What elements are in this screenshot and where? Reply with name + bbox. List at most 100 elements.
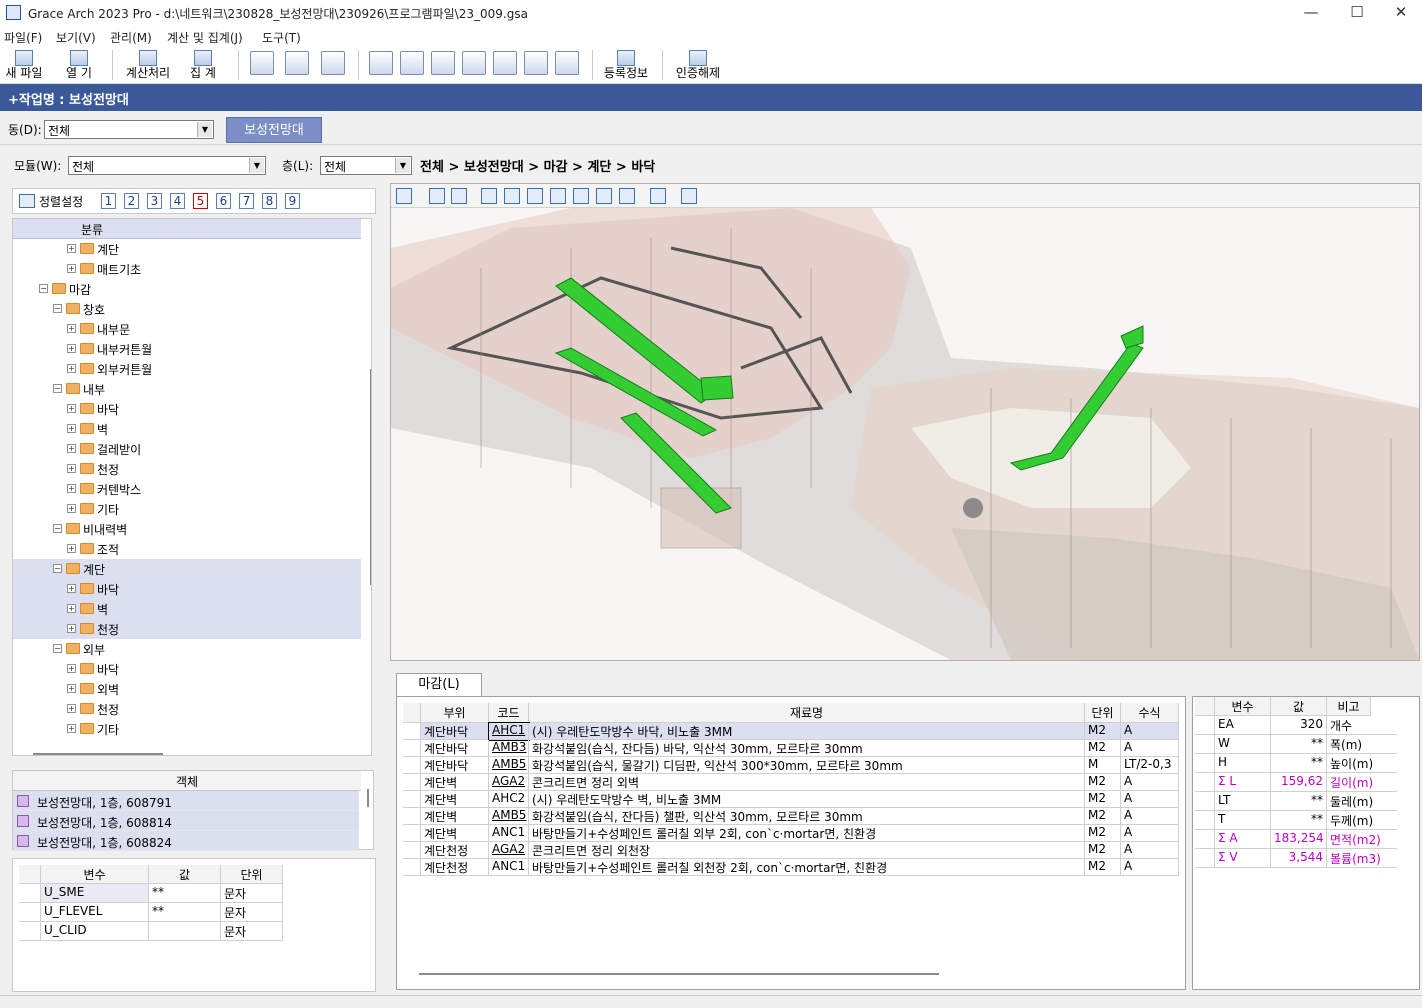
expand-icon[interactable]: + — [67, 324, 76, 333]
material-cell[interactable]: 바탕만들기+수성페인트 롤러칠 외부 2회, con`c·mortar면, 친환… — [529, 825, 1085, 842]
expand-icon[interactable]: + — [67, 684, 76, 693]
material-cell[interactable]: 계단천정 — [421, 842, 489, 859]
tree-node[interactable]: + 천정 — [13, 699, 361, 719]
var-cell[interactable]: U_FLEVEL — [41, 903, 149, 922]
var-cell[interactable]: ** — [149, 903, 221, 922]
dong-select[interactable]: 전체 ▼ — [44, 120, 214, 139]
tree-hscrollbar[interactable] — [33, 753, 163, 755]
row-selector[interactable] — [403, 791, 421, 808]
eval-value[interactable]: ** — [1271, 792, 1327, 811]
menu-view[interactable]: 보기(V) — [56, 29, 96, 46]
tree-node[interactable]: − 비내력벽 — [13, 519, 361, 539]
expand-icon[interactable]: + — [67, 444, 76, 453]
material-cell[interactable]: AMB3 — [489, 740, 529, 757]
tree-node[interactable]: + 벽 — [13, 419, 361, 439]
material-cell[interactable]: A — [1121, 774, 1179, 791]
material-cell[interactable]: 계단벽 — [421, 825, 489, 842]
view-iso-icon[interactable] — [619, 188, 635, 204]
calc-button[interactable]: 계산처리 — [122, 48, 174, 82]
eval-var[interactable]: Σ A — [1215, 830, 1271, 849]
material-cell[interactable]: M2 — [1085, 825, 1121, 842]
material-cell[interactable]: A — [1121, 808, 1179, 825]
eval-value[interactable]: 3,544 — [1271, 849, 1327, 868]
eval-note[interactable]: 높이(m) — [1327, 754, 1397, 773]
find-icon[interactable] — [250, 51, 274, 75]
view-back-icon[interactable] — [504, 188, 520, 204]
tree-node[interactable]: + 걸레받이 — [13, 439, 361, 459]
expand-icon[interactable]: + — [67, 604, 76, 613]
collapse-icon[interactable]: − — [53, 564, 62, 573]
material-cell[interactable]: M — [1085, 757, 1121, 774]
sort-tab-4[interactable]: 4 — [170, 193, 185, 209]
expand-icon[interactable]: + — [67, 364, 76, 373]
var-cell[interactable]: U_SME — [41, 884, 149, 903]
eval-var[interactable]: Σ L — [1215, 773, 1271, 792]
tree-node[interactable]: − 계단 — [13, 559, 361, 579]
orbit-icon[interactable] — [429, 188, 445, 204]
row-selector[interactable] — [403, 842, 421, 859]
var-cell[interactable]: 문자 — [221, 922, 283, 941]
tree-node[interactable]: + 벽 — [13, 599, 361, 619]
sort-tab-1[interactable]: 1 — [101, 193, 116, 209]
material-cell[interactable]: A — [1121, 859, 1179, 876]
module-select[interactable]: 전체 ▼ — [68, 156, 266, 175]
row-selector[interactable] — [403, 723, 421, 740]
expand-icon[interactable]: + — [67, 344, 76, 353]
row-selector[interactable] — [1195, 792, 1215, 811]
object-scrollbar[interactable] — [367, 789, 369, 807]
tab-bosung[interactable]: 보성전망대 — [226, 117, 322, 143]
material-cell[interactable]: 화강석붙임(습식, 물갈기) 디딤판, 익산석 300*30mm, 모르타르 3… — [529, 757, 1085, 774]
find-element-icon[interactable] — [451, 188, 467, 204]
eval-var[interactable]: Σ V — [1215, 849, 1271, 868]
tree-scrollbar[interactable] — [370, 369, 371, 585]
material-cell[interactable]: A — [1121, 791, 1179, 808]
row-selector[interactable] — [1195, 735, 1215, 754]
tool-icon-4[interactable] — [462, 51, 486, 75]
sum-button[interactable]: 집 계 — [182, 48, 224, 82]
object-row[interactable]: 보성전망대, 1층, 608824 — [13, 831, 359, 851]
expand-icon[interactable]: + — [67, 584, 76, 593]
zoom-icon[interactable] — [285, 51, 309, 75]
tree-node[interactable]: + 외부커튼월 — [13, 359, 361, 379]
row-selector[interactable] — [403, 774, 421, 791]
material-cell[interactable]: 화강석붙임(습식, 잔다듬) 바닥, 익산석 30mm, 모르타르 30mm — [529, 740, 1085, 757]
material-cell[interactable]: 콘크리트면 정리 외벽 — [529, 774, 1085, 791]
material-cell[interactable]: (시) 우레탄도막방수 바닥, 비노출 3MM — [529, 723, 1085, 740]
row-selector[interactable] — [1195, 754, 1215, 773]
tree-node[interactable]: + 바닥 — [13, 659, 361, 679]
row-selector[interactable] — [403, 808, 421, 825]
material-cell[interactable]: AHC2 — [489, 791, 529, 808]
tab-finish[interactable]: 마감(L) — [396, 673, 482, 697]
material-cell[interactable]: ANC1 — [489, 825, 529, 842]
menu-manage[interactable]: 관리(M) — [110, 29, 152, 46]
expand-icon[interactable]: + — [67, 624, 76, 633]
tree-node[interactable]: − 내부 — [13, 379, 361, 399]
material-cell[interactable]: M2 — [1085, 740, 1121, 757]
object-row[interactable]: 보성전망대, 1층, 608791 — [13, 791, 359, 811]
eval-note[interactable]: 둘레(m) — [1327, 792, 1397, 811]
tree-node[interactable]: + 외벽 — [13, 679, 361, 699]
eval-note[interactable]: 볼륨(m3) — [1327, 849, 1397, 868]
close-button[interactable]: ✕ — [1378, 0, 1422, 26]
eval-value[interactable]: ** — [1271, 735, 1327, 754]
open-button[interactable]: 열 기 — [58, 48, 100, 82]
tool-icon-2[interactable] — [400, 51, 424, 75]
sort-tab-6[interactable]: 6 — [216, 193, 231, 209]
eval-var[interactable]: EA — [1215, 716, 1271, 735]
terrain-icon[interactable] — [681, 188, 697, 204]
material-cell[interactable]: 콘크리트면 정리 외천장 — [529, 842, 1085, 859]
material-cell[interactable]: (시) 우레탄도막방수 벽, 비노출 3MM — [529, 791, 1085, 808]
material-cell[interactable]: 계단바닥 — [421, 740, 489, 757]
collapse-icon[interactable]: − — [53, 384, 62, 393]
menu-tools[interactable]: 도구(T) — [262, 29, 301, 46]
var-cell[interactable] — [149, 922, 221, 941]
tree-node[interactable]: + 내부문 — [13, 319, 361, 339]
row-selector[interactable] — [403, 825, 421, 842]
sort-tab-5[interactable]: 5 — [193, 193, 208, 209]
row-selector[interactable] — [1195, 773, 1215, 792]
eval-var[interactable]: LT — [1215, 792, 1271, 811]
material-cell[interactable]: A — [1121, 825, 1179, 842]
sort-tab-3[interactable]: 3 — [147, 193, 162, 209]
expand-icon[interactable]: + — [67, 424, 76, 433]
model-3d-view[interactable] — [390, 183, 1420, 661]
